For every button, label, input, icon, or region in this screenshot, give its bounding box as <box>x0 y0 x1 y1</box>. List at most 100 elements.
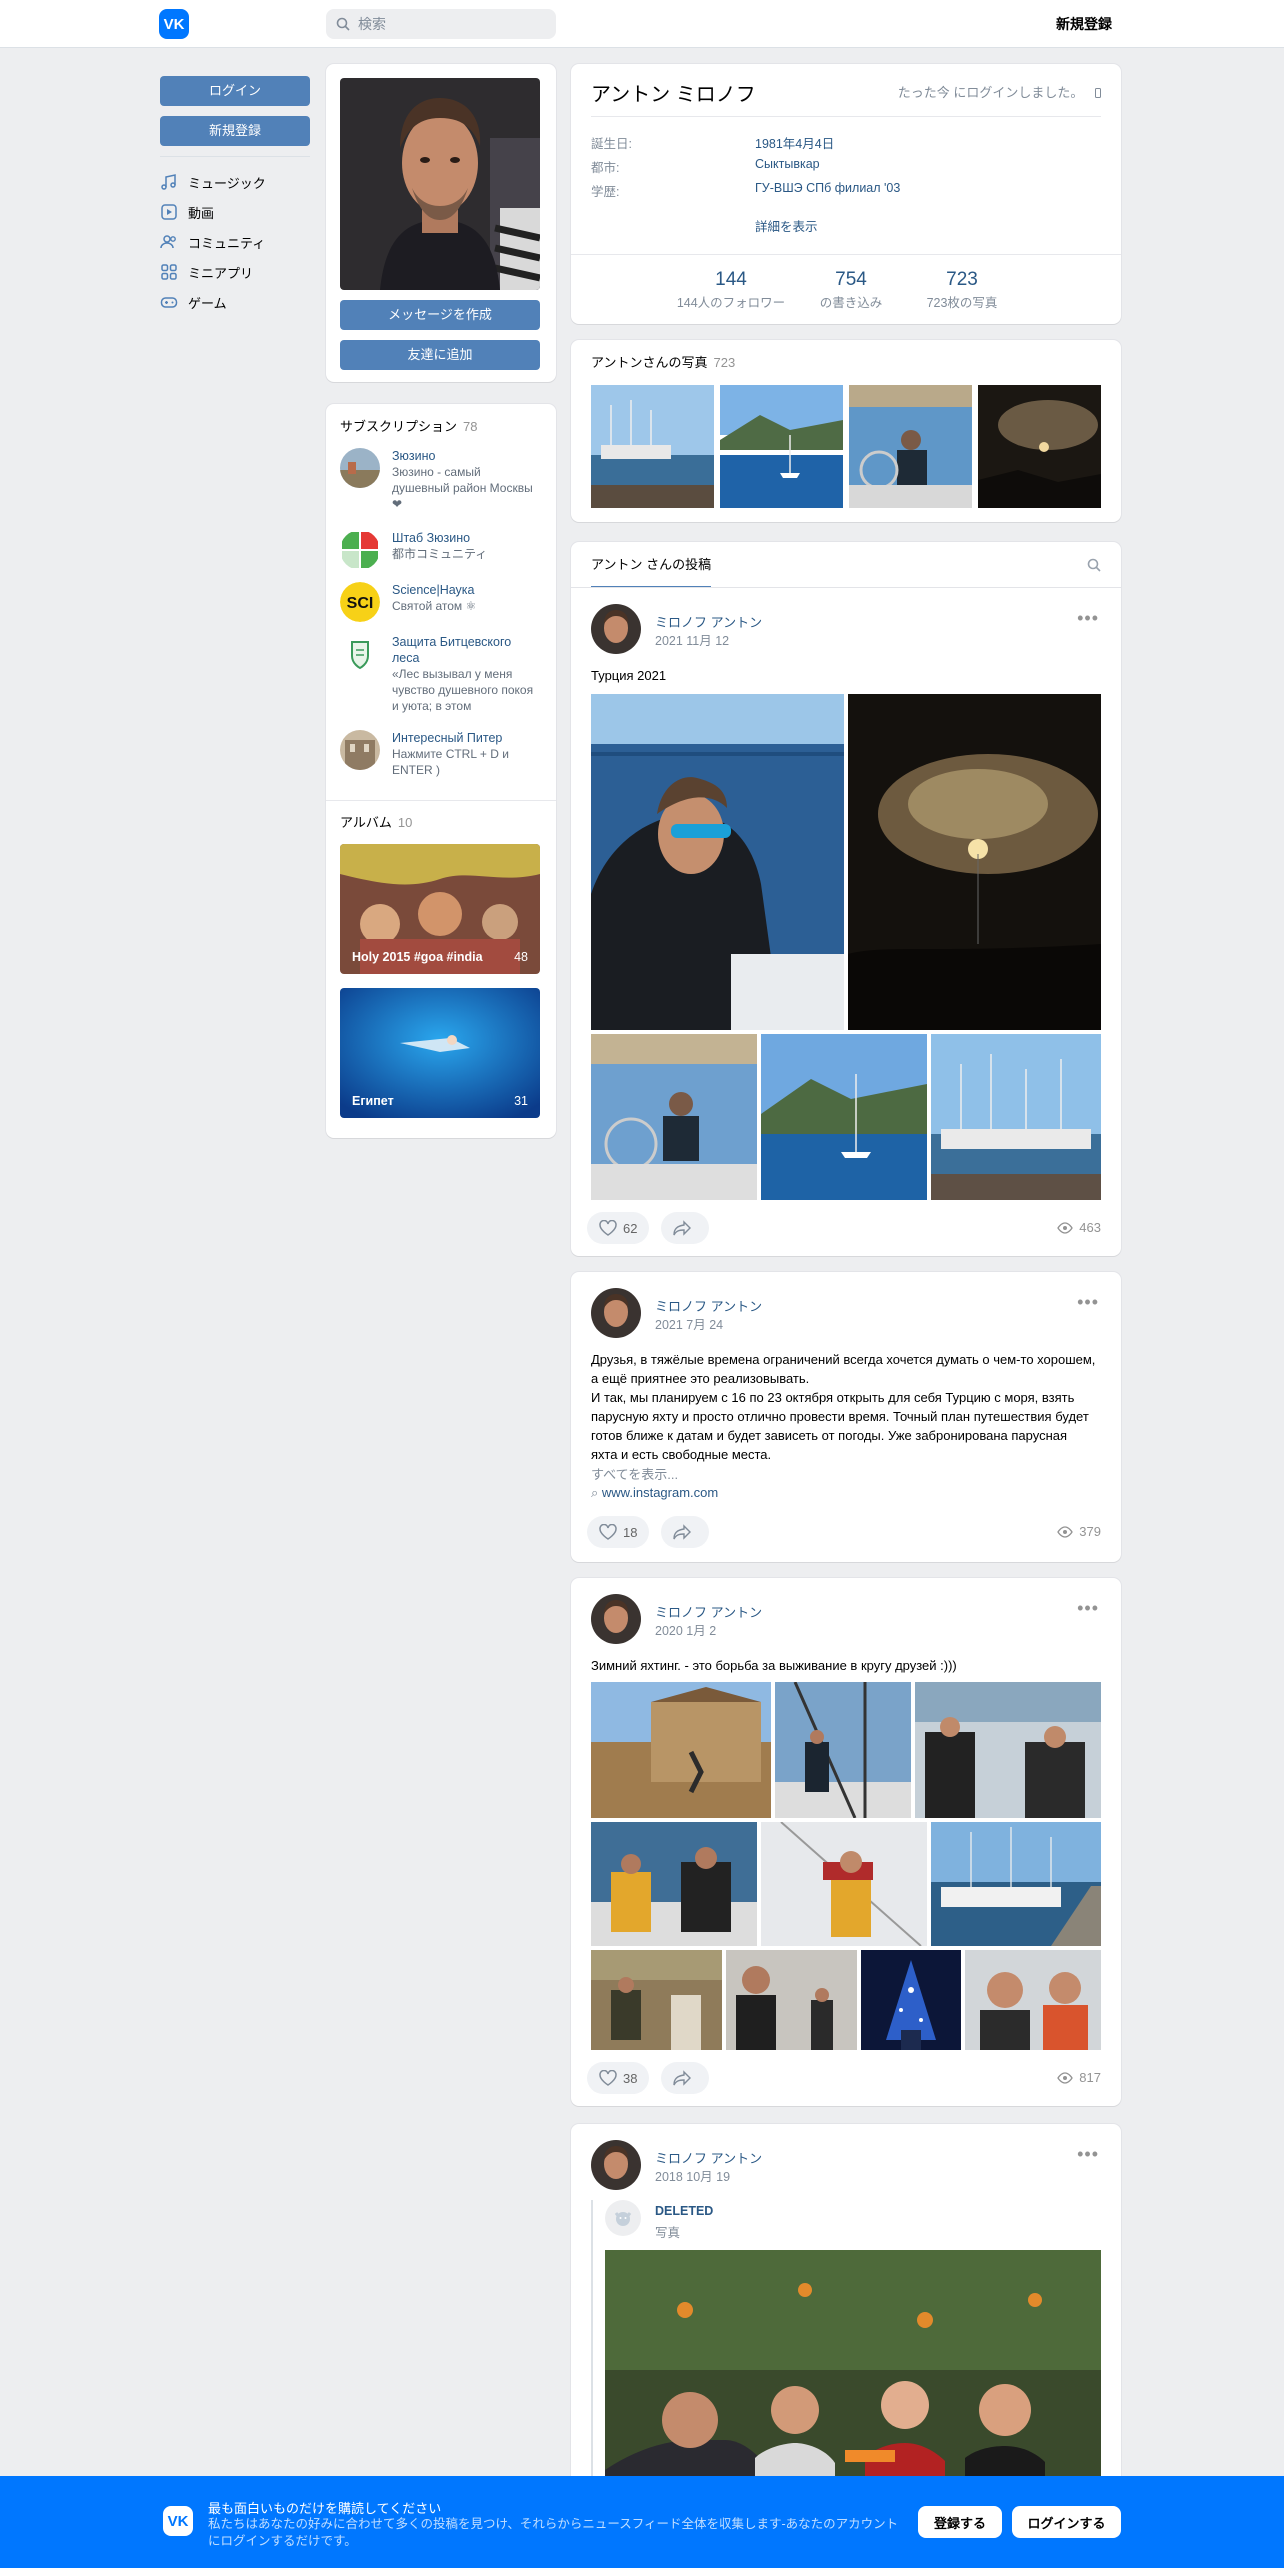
photo-thumb[interactable] <box>978 385 1101 508</box>
tab-wall-posts[interactable]: アントン さんの投稿 <box>591 542 712 588</box>
subscription-item[interactable]: Интересный Питер Нажмите CTRL + D и ENTER… <box>340 730 540 778</box>
post-author-name[interactable]: ミロノフ アントン <box>655 1602 762 1621</box>
nav-item-music[interactable]: ミュージック <box>160 167 310 197</box>
register-button[interactable]: 新規登録 <box>160 116 310 146</box>
share-button[interactable] <box>661 1516 709 1548</box>
subscription-item[interactable]: Штаб Зюзино 都市コミュニティ <box>340 530 540 570</box>
search-icon <box>336 17 350 31</box>
like-button[interactable]: 38 <box>587 2062 650 2094</box>
album-card[interactable]: Египет 31 <box>340 988 540 1118</box>
post-photo[interactable] <box>591 1034 757 1200</box>
info-value[interactable]: 1981年4月4日 <box>755 133 834 152</box>
post-photo[interactable] <box>861 1950 961 2050</box>
post-author-name[interactable]: ミロノフ アントン <box>655 2148 762 2167</box>
post-photo[interactable] <box>931 1822 1101 1946</box>
post-photo[interactable] <box>915 1682 1101 1818</box>
photos-header[interactable]: アントンさんの写真 723 <box>591 352 735 371</box>
like-count: 62 <box>623 1220 638 1236</box>
post-author-avatar[interactable] <box>591 1288 641 1338</box>
nav-item-community[interactable]: コミュニティ <box>160 227 310 257</box>
more-options-icon[interactable]: ••• <box>1077 1292 1099 1313</box>
show-details-link[interactable]: 詳細を表示 <box>755 216 818 235</box>
subscription-name[interactable]: Защита Битцевского леса <box>392 634 540 666</box>
subscription-name[interactable]: Штаб Зюзино <box>392 530 487 546</box>
post-date[interactable]: 2020 1月 2 <box>655 1620 716 1639</box>
info-value[interactable]: ГУ-ВШЭ СПб филиал '03 <box>755 181 900 195</box>
stat-photos[interactable]: 723 723枚の写真 <box>917 268 1007 311</box>
post-author-avatar[interactable] <box>591 1594 641 1644</box>
wall-post: ミロノフ アントン 2020 1月 2 ••• Зимний яхтинг. -… <box>571 1578 1121 2106</box>
share-button[interactable] <box>661 1212 709 1244</box>
subscription-name[interactable]: Science|Наука <box>392 582 476 598</box>
eye-icon <box>1057 1525 1074 1538</box>
post-photo[interactable] <box>591 1822 757 1946</box>
subscription-name[interactable]: Интересный Питер <box>392 730 540 746</box>
post-link[interactable]: ⌕ www.instagram.com <box>591 1485 718 1501</box>
album-card[interactable]: Holy 2015 #goa #india 48 <box>340 844 540 974</box>
like-button[interactable]: 62 <box>587 1212 650 1244</box>
stat-posts[interactable]: 754 の書き込み <box>811 268 891 311</box>
post-photo[interactable] <box>591 1950 722 2050</box>
profile-info-card: アントン ミロノフ たった今 にログインしました。 誕生日: 1981年4月4日 … <box>571 64 1121 324</box>
vk-logo[interactable]: VK <box>159 9 189 39</box>
post-date[interactable]: 2021 7月 24 <box>655 1314 723 1333</box>
left-nav: ログイン 新規登録 ミュージック 動画 コミュニティ ミニアプリ ゲーム <box>160 76 310 317</box>
photo-thumb[interactable] <box>591 385 714 508</box>
post-photo[interactable] <box>848 694 1101 1030</box>
info-value[interactable]: Сыктывкар <box>755 157 820 171</box>
post-photo[interactable] <box>591 1682 771 1818</box>
post-author-avatar[interactable] <box>591 2140 641 2190</box>
post-author-name[interactable]: ミロノフ アントン <box>655 1296 762 1315</box>
post-date[interactable]: 2018 10月 19 <box>655 2166 730 2185</box>
subscription-item[interactable]: Зюзино Зюзино - самый душевный район Моск… <box>340 448 540 512</box>
repost-author[interactable]: DELETED <box>655 2204 713 2218</box>
post-photo[interactable] <box>761 1822 927 1946</box>
subscription-name[interactable]: Зюзино <box>392 448 540 464</box>
repost-avatar[interactable] <box>605 2200 641 2236</box>
subscription-item[interactable]: SCI Science|Наука Святой атом ⚛ <box>340 582 540 622</box>
subscriptions-header[interactable]: サブスクリプション 78 <box>340 416 477 435</box>
profile-avatar[interactable] <box>340 78 540 290</box>
like-button[interactable]: 18 <box>587 1516 650 1548</box>
subscription-item[interactable]: Защита Битцевского леса «Лес вызывал у ме… <box>340 634 540 714</box>
share-icon <box>673 2070 691 2086</box>
nav-item-video[interactable]: 動画 <box>160 197 310 227</box>
more-options-icon[interactable]: ••• <box>1077 608 1099 629</box>
post-photo[interactable] <box>591 694 844 1030</box>
search-input[interactable]: 検索 <box>326 9 556 39</box>
repost-subtitle: 写真 <box>655 2226 681 2240</box>
post-author-name[interactable]: ミロノフ アントン <box>655 612 762 631</box>
info-label: 学歴: <box>591 185 620 199</box>
add-friend-button[interactable]: 友達に追加 <box>340 340 540 370</box>
promo-register-button[interactable]: 登録する <box>918 2506 1002 2538</box>
login-button[interactable]: ログイン <box>160 76 310 106</box>
post-photo[interactable] <box>931 1034 1101 1200</box>
share-button[interactable] <box>661 2062 709 2094</box>
wall-tabs-card: アントン さんの投稿 <box>571 542 1121 588</box>
post-photo[interactable] <box>775 1682 911 1818</box>
post-photo[interactable] <box>761 1034 927 1200</box>
more-options-icon[interactable]: ••• <box>1077 1598 1099 1619</box>
header-register-link[interactable]: 新規登録 <box>1056 14 1112 34</box>
write-message-button[interactable]: メッセージを作成 <box>340 300 540 330</box>
promo-login-button[interactable]: ログインする <box>1012 2506 1121 2538</box>
stat-followers[interactable]: 144 144人のフォロワー <box>671 268 791 311</box>
show-more-link[interactable]: すべてを表示... <box>591 1464 678 1483</box>
post-photo[interactable] <box>726 1950 857 2050</box>
nav-item-games[interactable]: ゲーム <box>160 287 310 317</box>
photo-thumb[interactable] <box>720 385 843 508</box>
subscription-avatar <box>340 730 380 770</box>
subscription-desc: 都市コミュニティ <box>392 547 488 561</box>
post-date[interactable]: 2021 11月 12 <box>655 630 729 649</box>
nav-divider <box>160 156 310 157</box>
online-status: たった今 にログインしました。 <box>898 82 1101 101</box>
search-icon[interactable] <box>1087 558 1101 572</box>
nav-item-label: ゲーム <box>188 295 227 311</box>
post-photo[interactable] <box>965 1950 1101 2050</box>
nav-item-miniapps[interactable]: ミニアプリ <box>160 257 310 287</box>
community-icon <box>160 235 176 249</box>
albums-header[interactable]: アルバム 10 <box>340 812 412 831</box>
more-options-icon[interactable]: ••• <box>1077 2144 1099 2165</box>
post-author-avatar[interactable] <box>591 604 641 654</box>
photo-thumb[interactable] <box>849 385 972 508</box>
